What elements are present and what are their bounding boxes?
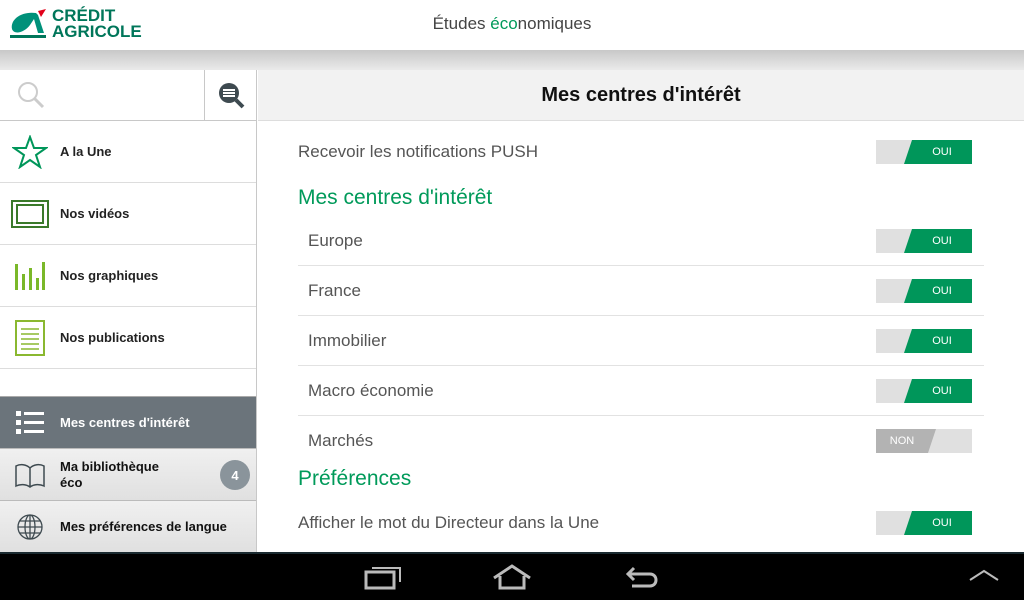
- home-icon[interactable]: [492, 564, 532, 592]
- document-icon: [0, 319, 60, 356]
- interest-row: Europe OUI: [298, 216, 984, 266]
- sidebar-item-label: Nos graphiques: [60, 268, 159, 283]
- sidebar-item-preferences-langue[interactable]: Mes préférences de langue: [0, 501, 256, 553]
- header-divider: [0, 50, 1024, 70]
- sidebar-item-ma-bibliotheque[interactable]: Ma bibliothèque éco 4: [0, 449, 256, 501]
- setting-label: Recevoir les notifications PUSH: [298, 142, 538, 161]
- macro-economie-toggle[interactable]: OUI: [876, 378, 972, 403]
- director-toggle[interactable]: OUI: [876, 511, 972, 535]
- count-badge: 4: [220, 460, 250, 490]
- book-icon: [0, 462, 60, 488]
- push-toggle[interactable]: OUI: [876, 140, 972, 164]
- france-toggle[interactable]: OUI: [876, 278, 972, 303]
- sidebar-item-nos-videos[interactable]: Nos vidéos: [0, 183, 256, 245]
- sidebar-item-nos-publications[interactable]: Nos publications: [0, 307, 256, 369]
- sidebar-item-label: Ma bibliothèque éco: [60, 458, 159, 490]
- sidebar-item-label: A la Une: [60, 144, 112, 159]
- setting-label: France: [308, 280, 361, 300]
- interest-row: Immobilier OUI: [298, 316, 984, 366]
- setting-director: Afficher le mot du Directeur dans la Une…: [298, 498, 984, 548]
- sidebar-item-label: Mes préférences de langue: [60, 519, 227, 534]
- search-icon: [18, 82, 45, 109]
- interest-row: France OUI: [298, 266, 984, 316]
- chevron-up-icon[interactable]: [968, 568, 1000, 584]
- app-title: Études économiques: [432, 14, 592, 33]
- advanced-search-button[interactable]: [205, 70, 256, 120]
- marches-toggle[interactable]: NON: [876, 429, 972, 453]
- europe-toggle[interactable]: OUI: [876, 228, 972, 253]
- sidebar-item-label: Mes centres d'intérêt: [60, 415, 190, 430]
- back-icon[interactable]: [624, 564, 662, 592]
- sidebar-item-label: Nos vidéos: [60, 206, 130, 221]
- globe-icon: [0, 513, 60, 541]
- recent-apps-icon[interactable]: [364, 564, 402, 592]
- sidebar-item-a-la-une[interactable]: A la Une: [0, 121, 256, 183]
- setting-push: Recevoir les notifications PUSH OUI: [298, 127, 984, 177]
- app-header: CRÉDIT AGRICOLE Études économiques: [0, 0, 1024, 50]
- search-input[interactable]: [0, 70, 205, 120]
- sidebar-item-nos-graphiques[interactable]: Nos graphiques: [0, 245, 256, 307]
- interest-row: Marchés NON: [298, 416, 984, 466]
- bar-chart-icon: [0, 260, 60, 292]
- setting-label: Europe: [308, 230, 363, 250]
- sidebar: A la Une Nos vidéos Nos graphiques Nos p…: [0, 70, 257, 553]
- section-heading-interests: Mes centres d'intérêt: [298, 186, 493, 209]
- main-panel: Mes centres d'intérêt Recevoir les notif…: [258, 70, 1024, 552]
- search-list-icon: [218, 83, 244, 109]
- section-heading-preferences: Préférences: [298, 467, 412, 490]
- page-title: Mes centres d'intérêt: [258, 70, 1024, 121]
- setting-label: Immobilier: [308, 330, 387, 350]
- setting-label: Afficher le mot du Directeur dans la Une: [298, 513, 600, 532]
- interest-row: Macro économie OUI: [298, 366, 984, 416]
- setting-label: Marchés: [308, 431, 374, 450]
- search-bar: [0, 70, 256, 121]
- sidebar-item-label: Nos publications: [60, 330, 165, 345]
- setting-label: Macro économie: [308, 380, 434, 400]
- star-icon: [0, 134, 60, 169]
- immobilier-toggle[interactable]: OUI: [876, 328, 972, 353]
- system-nav-bar: [0, 552, 1024, 600]
- list-icon: [0, 410, 60, 435]
- sidebar-item-mes-centres-interet[interactable]: Mes centres d'intérêt: [0, 397, 256, 449]
- film-icon: [0, 199, 60, 228]
